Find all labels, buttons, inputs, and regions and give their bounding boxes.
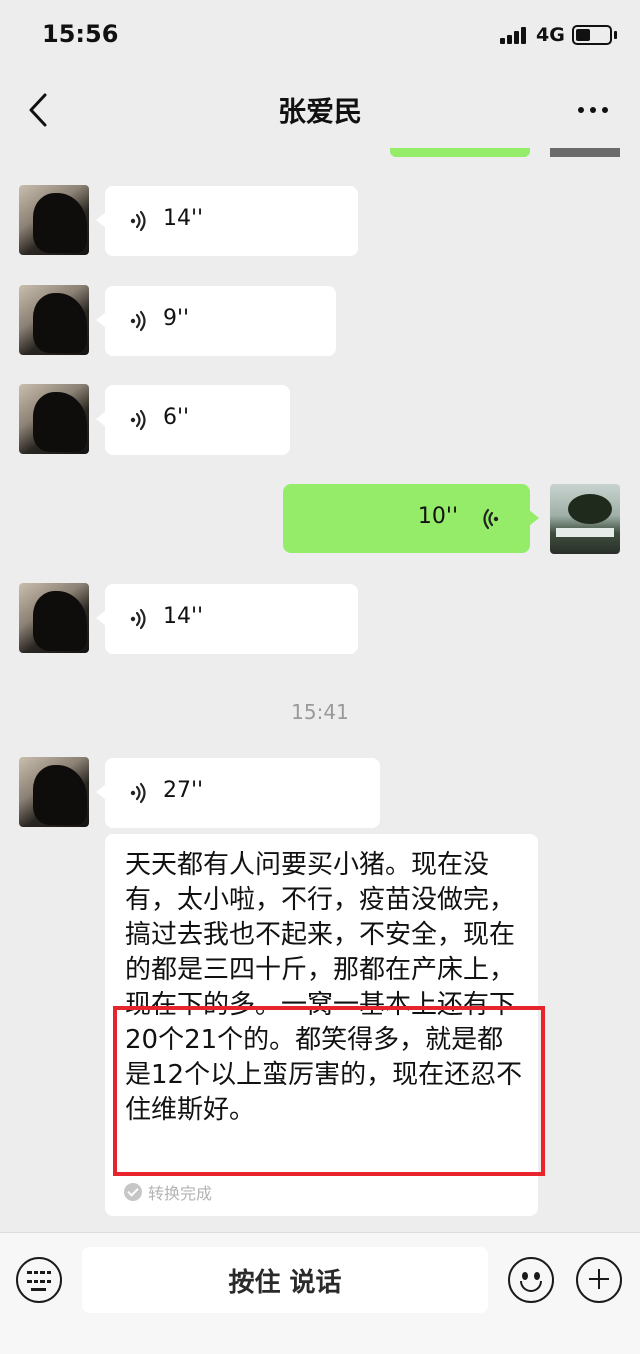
voice-wave-icon <box>130 608 146 630</box>
voice-message[interactable]: 6'' <box>96 385 290 455</box>
more-button[interactable] <box>568 92 618 128</box>
more-dot-icon <box>578 107 584 113</box>
chat-title: 张爱民 <box>277 95 362 128</box>
input-bar: 按住 说话 <box>0 1232 640 1354</box>
voice-duration: 14'' <box>163 206 204 231</box>
emoji-icon[interactable] <box>508 1257 554 1303</box>
voice-message[interactable]: 14'' <box>96 186 358 256</box>
status-bar: 15:56 4G <box>0 0 640 72</box>
voice-wave-icon <box>130 409 146 431</box>
more-dot-icon <box>590 107 596 113</box>
contact-avatar[interactable] <box>19 384 89 454</box>
hold-to-talk-button[interactable]: 按住 说话 <box>82 1247 488 1313</box>
voice-message[interactable]: 9'' <box>96 286 336 356</box>
contact-avatar[interactable] <box>19 285 89 355</box>
voice-message[interactable]: 27'' <box>96 758 380 828</box>
my-avatar[interactable] <box>550 484 620 554</box>
network-type: 4G <box>536 24 565 46</box>
message-timestamp: 15:41 <box>291 700 349 724</box>
more-dot-icon <box>602 107 608 113</box>
voice-duration: 27'' <box>163 778 204 803</box>
nav-bar: 张爱民 <box>0 72 640 148</box>
voice-duration: 14'' <box>163 604 204 629</box>
contact-avatar[interactable] <box>19 757 89 827</box>
voice-wave-icon <box>130 782 146 804</box>
voice-wave-icon <box>483 508 499 530</box>
transcript-status: 转换完成 <box>124 1180 212 1204</box>
voice-duration: 9'' <box>163 306 190 331</box>
voice-duration: 10'' <box>417 504 458 529</box>
voice-wave-icon <box>130 210 146 232</box>
transcript-status-label: 转换完成 <box>148 1184 213 1203</box>
contact-avatar[interactable] <box>19 583 89 653</box>
plus-icon[interactable] <box>576 1257 622 1303</box>
check-circle-icon <box>124 1183 142 1201</box>
status-time: 15:56 <box>42 20 119 48</box>
battery-icon <box>572 25 612 45</box>
partial-outgoing-bubble[interactable] <box>390 148 530 157</box>
voice-wave-icon <box>130 310 146 332</box>
highlight-box <box>113 1006 545 1176</box>
voice-message[interactable]: 14'' <box>96 584 358 654</box>
signal-icon <box>500 26 528 44</box>
partial-avatar[interactable] <box>550 148 620 157</box>
contact-avatar[interactable] <box>19 185 89 255</box>
keyboard-icon[interactable] <box>16 1257 62 1303</box>
voice-duration: 6'' <box>163 405 190 430</box>
battery-cap <box>614 31 617 39</box>
voice-message-outgoing[interactable]: 10'' <box>283 484 539 553</box>
